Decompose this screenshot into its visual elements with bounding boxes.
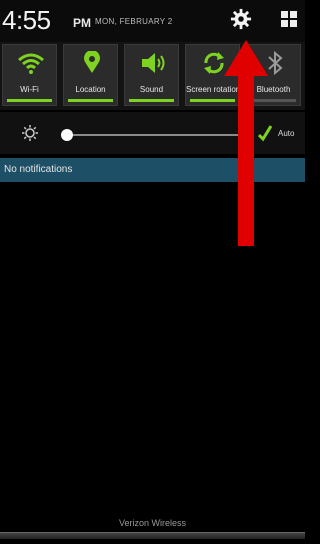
auto-brightness-label[interactable]: Auto [278,129,294,138]
brightness-icon [22,125,38,141]
red-arrow-annotation [224,40,268,246]
carrier-label: Verizon Wireless [118,518,187,528]
clock-time: 4:55 [2,5,51,35]
toggle-label: Sound [139,85,164,94]
panel-drag-handle[interactable] [0,532,305,539]
toggle-wifi[interactable]: Wi-Fi [2,44,57,106]
date-text: MON, FEBRUARY 2 [95,17,173,26]
no-notifications-text: No notifications [4,164,73,175]
speaker-icon [142,53,165,73]
toggle-location[interactable]: Location [63,44,118,106]
toggle-indicator [7,99,52,102]
grid-icon[interactable] [280,10,298,28]
toggle-label: Wi-Fi [20,85,39,94]
status-bar: 4:55 PM MON, FEBRUARY 2 [0,0,305,42]
gear-icon[interactable] [230,8,252,30]
brightness-slider[interactable] [63,134,243,136]
brightness-slider-thumb[interactable] [60,129,73,141]
clock-ampm: PM [73,16,91,30]
toggle-sound[interactable]: Sound [124,44,179,106]
toggle-label: Location [75,85,106,94]
location-pin-icon [84,51,100,73]
wifi-icon [18,53,44,74]
toggle-indicator [129,99,174,102]
toggle-indicator [68,99,113,102]
